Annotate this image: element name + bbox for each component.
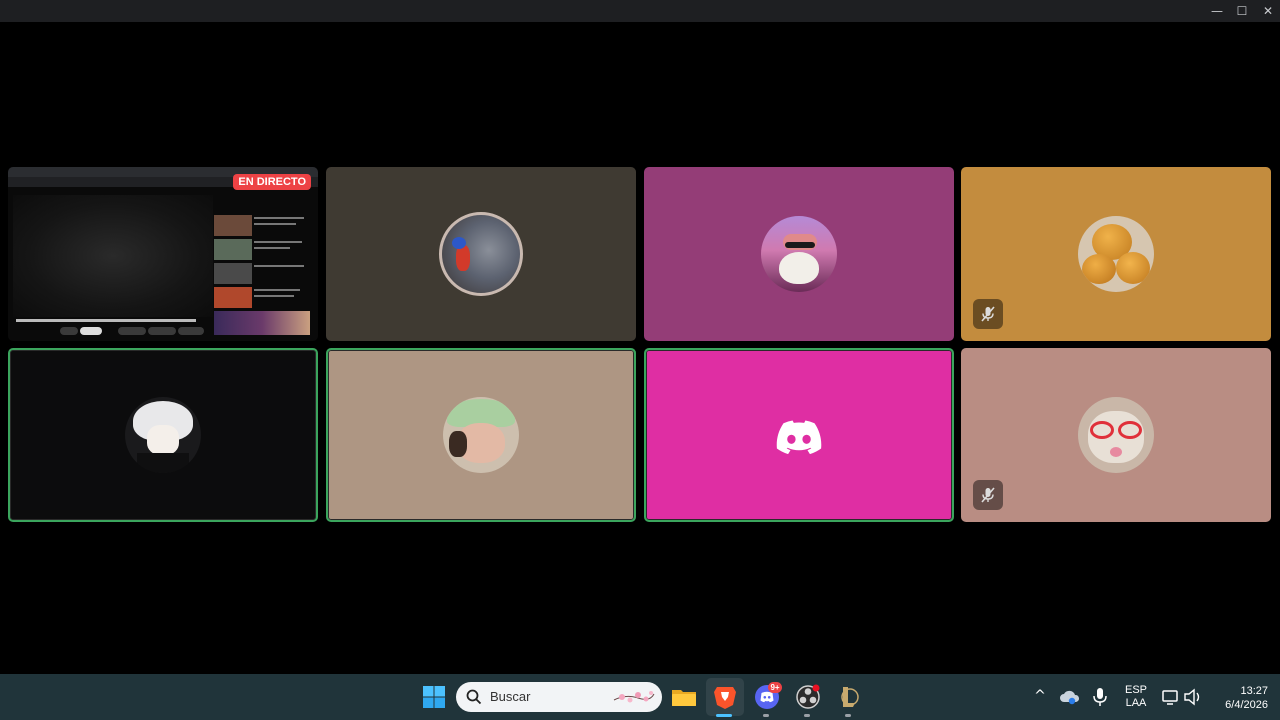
windows-start-icon[interactable] xyxy=(420,683,448,711)
stream-text-line xyxy=(254,247,290,249)
anime-white-hair-avatar xyxy=(125,397,201,473)
onedrive-cloud-icon[interactable] xyxy=(1058,685,1082,709)
avatar-detail xyxy=(785,242,815,248)
stream-thumb xyxy=(214,239,252,260)
cherry-blossom-icon xyxy=(612,688,656,706)
running-app-indicator xyxy=(845,714,851,717)
participant-tile[interactable] xyxy=(326,167,636,341)
close-button[interactable]: ✕ xyxy=(1255,0,1280,22)
clock-date: 6/4/2026 xyxy=(1225,699,1268,711)
search-label: Buscar xyxy=(490,689,531,704)
system-clock[interactable]: 13:27 6/4/2026 xyxy=(1204,684,1268,712)
volume-icon[interactable] xyxy=(1182,685,1204,709)
stream-thumb xyxy=(214,311,310,335)
running-app-indicator xyxy=(804,714,810,717)
league-of-legends-icon[interactable] xyxy=(835,683,863,711)
notification-badge: 9+ xyxy=(768,682,782,693)
participant-tile[interactable] xyxy=(961,348,1271,522)
stream-video-title xyxy=(16,319,196,322)
avatar-detail xyxy=(147,425,179,455)
mic-muted-icon xyxy=(973,480,1003,510)
stream-thumb xyxy=(214,215,252,236)
taskbar-search-box[interactable]: Buscar xyxy=(456,682,662,712)
stream-text-line xyxy=(254,295,294,297)
taskbar: Buscar 9+ ^ ESP LAA 13:27 6/4/2026 xyxy=(0,674,1280,720)
participant-tile[interactable] xyxy=(961,167,1271,341)
stream-thumb xyxy=(214,287,252,308)
avatar-detail xyxy=(449,431,467,457)
stream-pill xyxy=(60,327,78,335)
bearded-old-man-avatar xyxy=(761,216,837,292)
clock-time: 13:27 xyxy=(1240,685,1268,697)
maximize-button[interactable]: ☐ xyxy=(1229,0,1255,22)
avatar-detail xyxy=(1116,252,1150,284)
cat-glasses-avatar xyxy=(1078,397,1154,473)
stream-pill xyxy=(80,327,102,335)
brave-browser-icon[interactable] xyxy=(711,683,739,711)
show-hidden-icons-button[interactable]: ^ xyxy=(1030,684,1050,708)
file-explorer-icon[interactable] xyxy=(670,683,698,711)
avatar-detail xyxy=(1118,421,1142,439)
avatar-detail xyxy=(1082,254,1116,284)
stream-text-line xyxy=(254,265,304,267)
avatar-detail xyxy=(1110,447,1122,457)
avatar-detail xyxy=(137,453,189,473)
search-icon xyxy=(466,689,482,705)
stream-text-line xyxy=(254,223,296,225)
participant-tile[interactable] xyxy=(326,348,636,522)
avatar-detail xyxy=(452,237,466,249)
running-app-indicator xyxy=(763,714,769,717)
keyboard-layout: LAA xyxy=(1125,697,1147,709)
bread-rolls-avatar xyxy=(1078,216,1154,292)
stream-thumb xyxy=(214,263,252,284)
active-app-indicator xyxy=(716,714,732,717)
stream-text-line xyxy=(254,241,302,243)
live-badge: EN DIRECTO xyxy=(233,174,311,190)
mic-muted-icon xyxy=(973,299,1003,329)
minimize-button[interactable]: — xyxy=(1204,0,1230,22)
participant-tile[interactable] xyxy=(644,348,954,522)
stream-text-line xyxy=(254,217,304,219)
language-indicator[interactable]: ESP LAA xyxy=(1122,684,1150,710)
language-code: ESP xyxy=(1124,684,1147,696)
microphone-icon[interactable] xyxy=(1090,685,1110,709)
obs-studio-icon[interactable] xyxy=(794,683,822,711)
stream-pill xyxy=(178,327,204,335)
stream-pill xyxy=(148,327,176,335)
cap-person-avatar xyxy=(443,397,519,473)
cartoon-cat-avatar xyxy=(439,212,523,296)
stream-tile[interactable]: EN DIRECTO xyxy=(8,167,318,341)
stream-video-preview xyxy=(13,195,213,317)
stream-pill xyxy=(118,327,146,335)
participant-tile[interactable] xyxy=(8,348,318,522)
participant-tile[interactable] xyxy=(644,167,954,341)
discord-logo-icon xyxy=(776,420,822,459)
stream-recommendations xyxy=(214,207,314,337)
avatar-detail xyxy=(1090,421,1114,439)
stream-text-line xyxy=(254,289,300,291)
window-title-bar: — ☐ ✕ xyxy=(0,0,1280,22)
network-icon[interactable] xyxy=(1160,685,1182,709)
avatar-detail xyxy=(779,252,819,284)
